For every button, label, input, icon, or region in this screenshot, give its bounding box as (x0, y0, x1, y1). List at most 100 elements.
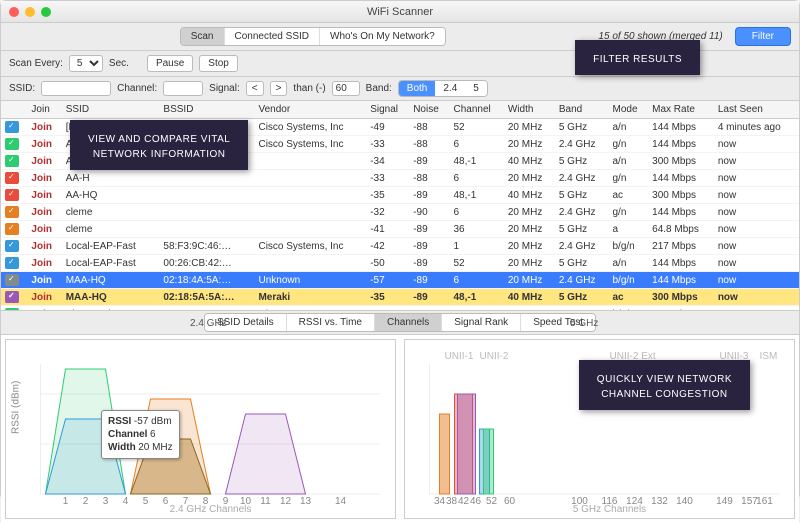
color-swatch[interactable] (5, 155, 19, 167)
svg-text:UNII-2: UNII-2 (480, 351, 509, 362)
col-Last Seen[interactable]: Last Seen (714, 101, 799, 119)
join-link[interactable]: Join (27, 255, 61, 272)
join-link[interactable]: Join (27, 289, 61, 306)
svg-text:161: 161 (756, 496, 773, 507)
scan-every-select[interactable]: 5 (69, 55, 103, 72)
join-link[interactable]: Join (27, 153, 61, 170)
svg-text:4: 4 (123, 496, 129, 507)
pause-button[interactable]: Pause (147, 55, 193, 72)
col-Mode[interactable]: Mode (609, 101, 649, 119)
join-link[interactable]: Join (27, 238, 61, 255)
band-5[interactable]: 5 (465, 81, 487, 96)
signal-label: Signal: (209, 83, 240, 94)
color-swatch[interactable] (5, 223, 19, 235)
chart-left-title: 2.4 GHz (190, 318, 227, 329)
svg-text:2: 2 (83, 496, 89, 507)
result-count: 15 of 50 shown (merged 11) (598, 31, 722, 42)
svg-text:2.4 GHz Channels: 2.4 GHz Channels (170, 504, 252, 514)
join-link[interactable]: Join (27, 136, 61, 153)
col-Channel[interactable]: Channel (450, 101, 504, 119)
col-color[interactable] (1, 101, 27, 119)
join-link[interactable]: Join (27, 187, 61, 204)
table-row[interactable]: Joincleme-32-90620 MHz2.4 GHzg/n144 Mbps… (1, 204, 799, 221)
svg-text:11: 11 (260, 496, 271, 507)
table-row[interactable]: Joincleme-41-893620 MHz5 GHza64.8 Mbpsno… (1, 221, 799, 238)
svg-text:42: 42 (458, 496, 470, 507)
zoom-icon[interactable] (41, 7, 51, 17)
table-row[interactable]: JoinMAA-HQ02:18:5A:5A:…Meraki-35-8948,-1… (1, 289, 799, 306)
svg-text:149: 149 (716, 496, 733, 507)
col-Signal[interactable]: Signal (366, 101, 409, 119)
svg-text:UNII-1: UNII-1 (445, 351, 474, 362)
svg-text:13: 13 (300, 496, 312, 507)
connected-ssid-tab[interactable]: Connected SSID (225, 28, 321, 45)
col-Width[interactable]: Width (504, 101, 555, 119)
band-24[interactable]: 2.4 (435, 81, 465, 96)
col-Noise[interactable]: Noise (409, 101, 449, 119)
color-swatch[interactable] (5, 257, 19, 269)
table-row[interactable]: JoinAA-HQ-35-8948,-140 MHz5 GHzac300 Mbp… (1, 187, 799, 204)
whos-on-network-tab[interactable]: Who's On My Network? (320, 28, 445, 45)
band-both[interactable]: Both (399, 81, 436, 96)
network-table[interactable]: JoinSSIDBSSIDVendorSignalNoiseChannelWid… (1, 101, 799, 311)
col-Max Rate[interactable]: Max Rate (648, 101, 714, 119)
toolbar: Scan Connected SSID Who's On My Network?… (1, 23, 799, 51)
signal-gt-button[interactable]: > (270, 81, 288, 96)
svg-text:140: 140 (676, 496, 693, 507)
ssid-label: SSID: (9, 83, 35, 94)
join-link[interactable]: Join (27, 221, 61, 238)
color-swatch[interactable] (5, 138, 19, 150)
than-label: than (-) (293, 83, 325, 94)
control-bar: Scan Every: 5 Sec. Pause Stop (1, 51, 799, 77)
table-row[interactable]: JoinMAA-HQ02:18:4A:5A:…Unknown-57-89620 … (1, 272, 799, 289)
tab-rssi-time[interactable]: RSSI vs. Time (287, 314, 375, 331)
channel-input[interactable] (163, 81, 203, 96)
join-link[interactable]: Join (27, 119, 61, 136)
svg-text:5: 5 (143, 496, 149, 507)
stop-button[interactable]: Stop (199, 55, 238, 72)
chart-24ghz: RSSI (dBm) 1234567891011121314 2.4 GHz C… (5, 339, 396, 519)
col-BSSID[interactable]: BSSID (159, 101, 254, 119)
table-row[interactable]: Join[Hidden]00:26:CB:41:…Cisco Systems, … (1, 119, 799, 136)
minimize-icon[interactable] (25, 7, 35, 17)
tab-signal-rank[interactable]: Signal Rank (442, 314, 521, 331)
svg-text:38: 38 (446, 496, 458, 507)
color-swatch[interactable] (5, 121, 19, 133)
col-Vendor[interactable]: Vendor (254, 101, 366, 119)
table-row[interactable]: JoinAA-Guest0100:26:CB:41:…Cisco Systems… (1, 136, 799, 153)
table-row[interactable]: JoinAA-H-33-88620 MHz2.4 GHzg/n144 Mbpsn… (1, 170, 799, 187)
svg-text:6: 6 (163, 496, 169, 507)
close-icon[interactable] (9, 7, 19, 17)
color-swatch[interactable] (5, 240, 19, 252)
color-swatch[interactable] (5, 291, 19, 303)
svg-text:1: 1 (63, 496, 69, 507)
scan-tab[interactable]: Scan (181, 28, 225, 45)
chart-5ghz: UNII-1UNII-2 UNII-2 ExtUNII-3ISM 3438424… (404, 339, 795, 519)
mode-segment: Scan Connected SSID Who's On My Network? (180, 27, 446, 46)
col-SSID[interactable]: SSID (62, 101, 160, 119)
filter-button[interactable]: Filter (735, 27, 791, 46)
signal-lt-button[interactable]: < (246, 81, 264, 96)
ssid-input[interactable] (41, 81, 111, 96)
table-row[interactable]: JoinAA-Gu-34-8948,-140 MHz5 GHza/n300 Mb… (1, 153, 799, 170)
signal-value-input[interactable] (332, 81, 360, 96)
join-link[interactable]: Join (27, 170, 61, 187)
chart-right-title: 5 GHz (570, 318, 598, 329)
window-title: WiFi Scanner (367, 6, 433, 18)
join-link[interactable]: Join (27, 272, 61, 289)
col-Band[interactable]: Band (555, 101, 609, 119)
table-row[interactable]: JoinLocal-EAP-Fast58:F3:9C:46:…Cisco Sys… (1, 238, 799, 255)
col-Join[interactable]: Join (27, 101, 61, 119)
svg-text:ISM: ISM (760, 351, 778, 362)
tab-channels[interactable]: Channels (375, 314, 442, 331)
color-swatch[interactable] (5, 206, 19, 218)
svg-text:RSSI (dBm): RSSI (dBm) (11, 381, 22, 434)
color-swatch[interactable] (5, 189, 19, 201)
scan-every-label: Scan Every: (9, 58, 63, 69)
color-swatch[interactable] (5, 274, 19, 286)
charts-area: RSSI (dBm) 1234567891011121314 2.4 GHz C… (1, 335, 799, 523)
channel-label: Channel: (117, 83, 157, 94)
color-swatch[interactable] (5, 172, 19, 184)
table-row[interactable]: JoinLocal-EAP-Fast00:26:CB:42:…-50-89522… (1, 255, 799, 272)
join-link[interactable]: Join (27, 204, 61, 221)
